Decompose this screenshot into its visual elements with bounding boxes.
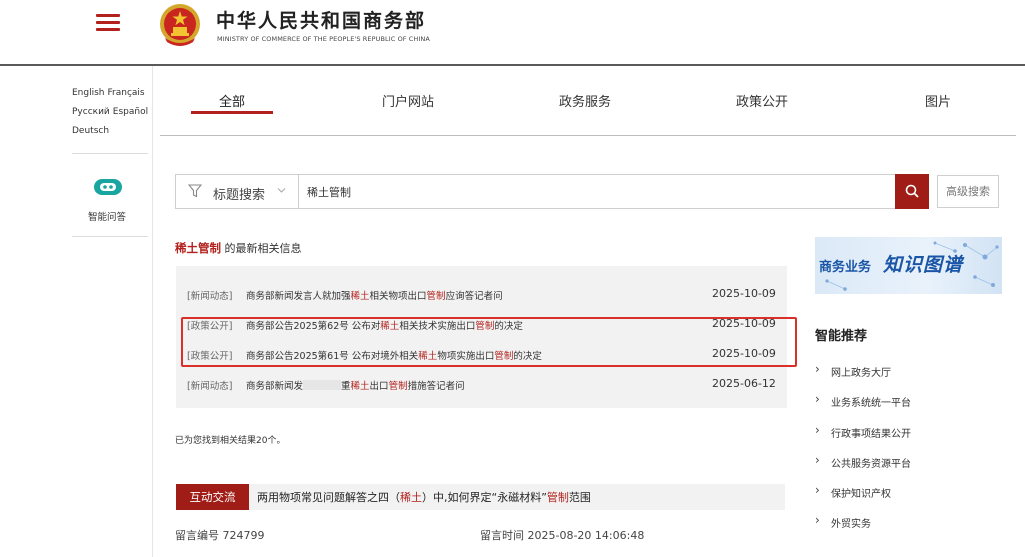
chevron-right-icon: › (815, 392, 820, 407)
search-input[interactable] (307, 175, 887, 208)
message-id: 留言编号 724799 (175, 529, 265, 542)
result-row[interactable]: [政策公开] 商务部公告2025第62号 公布对稀土相关技术实施出口管制的决定 … (176, 313, 787, 337)
result-title[interactable]: 商务部公告2025第61号 公布对境外相关稀土物项实施出口管制的决定 (246, 348, 542, 362)
chevron-right-icon: › (815, 422, 820, 437)
tab-gov-services[interactable]: 政务服务 (559, 91, 611, 110)
chevron-right-icon: › (815, 513, 820, 528)
results-keyword: 稀土管制 (175, 241, 221, 255)
site-header: 中华人民共和国商务部 MINISTRY OF COMMERCE OF THE P… (0, 0, 1025, 66)
result-category: [新闻动态] (187, 381, 233, 392)
site-subtitle: MINISTRY OF COMMERCE OF THE PEOPLE'S REP… (217, 35, 430, 43)
tab-policy[interactable]: 政策公开 (736, 91, 788, 110)
active-tab-indicator (191, 111, 273, 114)
chevron-right-icon: › (815, 483, 820, 498)
recommend-item[interactable]: › 保护知识产权 (815, 482, 1005, 512)
result-date: 2025-10-09 (712, 317, 776, 330)
result-row[interactable]: [新闻动态] 商务部新闻发 重稀土出口管制措施答记者问 2025-06-12 (176, 373, 787, 397)
national-emblem-icon[interactable] (157, 2, 203, 48)
tab-portal[interactable]: 门户网站 (382, 91, 434, 110)
recommend-item[interactable]: › 业务系统统一平台 (815, 391, 1005, 421)
recommend-list: › 网上政务大厅 › 业务系统统一平台 › 行政事项结果公开 › 公共服务资源平台 › 保… (815, 361, 1005, 543)
banner-text: 商务业务 (819, 260, 872, 275)
interaction-badge: 互动交流 (176, 484, 249, 510)
result-row[interactable]: [政策公开] 商务部公告2025第61号 公布对境外相关稀土物项实施出口管制的决… (176, 343, 787, 367)
divider (72, 236, 148, 237)
result-date: 2025-10-09 (712, 287, 776, 300)
recommend-title: 智能推荐 (815, 329, 868, 344)
filter-icon (188, 184, 202, 198)
robot-icon[interactable] (92, 177, 124, 197)
lang-russian[interactable]: Русский (72, 107, 110, 117)
result-count: 已为您找到相关结果20个。 (175, 436, 286, 446)
tab-images[interactable]: 图片 (925, 91, 951, 110)
site-title[interactable]: 中华人民共和国商务部 (216, 6, 426, 33)
search-type-label: 标题搜索 (213, 188, 266, 203)
results-heading-suffix: 的最新相关信息 (221, 242, 302, 255)
chevron-down-icon (277, 188, 286, 193)
search-icon (905, 184, 919, 198)
chevron-right-icon: › (815, 362, 820, 376)
result-row[interactable]: [新闻动态] 商务部新闻发言人就加强稀土相关物项出口管制应询答记者问 2025-… (176, 283, 787, 307)
knowledge-graph-banner[interactable]: 商务业务 知识图谱 (815, 237, 1002, 294)
result-category: [政策公开] (187, 321, 233, 332)
results-heading: 稀土管制 的最新相关信息 (175, 240, 302, 256)
result-title[interactable]: 商务部新闻发言人就加强稀土相关物项出口管制应询答记者问 (246, 288, 503, 302)
search-bar: 标题搜索 (175, 174, 929, 209)
result-category: [政策公开] (187, 351, 233, 362)
column-divider (152, 66, 153, 557)
lang-german[interactable]: Deutsch (72, 126, 109, 136)
search-button[interactable] (895, 174, 929, 209)
recommend-item[interactable]: › 行政事项结果公开 (815, 422, 1005, 452)
chevron-right-icon: › (815, 452, 820, 467)
lang-french[interactable]: Français (108, 88, 145, 98)
recommend-item[interactable]: › 网上政务大厅 (815, 361, 1005, 391)
message-time: 留言时间 2025-08-20 14:06:48 (480, 529, 645, 542)
tab-all[interactable]: 全部 (219, 91, 245, 110)
banner-text: 知识图谱 (883, 254, 964, 276)
divider (72, 153, 148, 154)
interaction-title[interactable]: 两用物项常见问题解答之四（稀土）中,如何界定“永磁材料”管制范围 (257, 489, 591, 505)
advanced-search-button[interactable]: 高级搜索 (937, 175, 999, 208)
category-tabs: 全部 门户网站 政务服务 政策公开 图片 (160, 84, 1016, 136)
result-title[interactable]: 商务部公告2025第62号 公布对稀土相关技术实施出口管制的决定 (246, 318, 523, 332)
result-date: 2025-10-09 (712, 347, 776, 360)
result-category: [新闻动态] (187, 291, 233, 302)
results-list: [新闻动态] 商务部新闻发言人就加强稀土相关物项出口管制应询答记者问 2025-… (176, 266, 787, 408)
language-switcher: English Français Русский Español Deutsch (72, 84, 152, 141)
redacted-block (303, 380, 342, 390)
menu-icon[interactable] (96, 12, 120, 34)
lang-english[interactable]: English (72, 88, 105, 98)
lang-spanish[interactable]: Español (113, 107, 148, 117)
recommend-item[interactable]: › 外贸实务 (815, 512, 1005, 542)
assistant-label[interactable]: 智能问答 (88, 209, 126, 223)
recommend-item[interactable]: › 公共服务资源平台 (815, 452, 1005, 482)
result-title[interactable]: 商务部新闻发 重稀土出口管制措施答记者问 (246, 378, 465, 392)
search-type-dropdown[interactable]: 标题搜索 (176, 175, 299, 208)
interaction-item[interactable]: 互动交流 两用物项常见问题解答之四（稀土）中,如何界定“永磁材料”管制范围 (176, 484, 785, 510)
result-date: 2025-06-12 (712, 377, 776, 390)
